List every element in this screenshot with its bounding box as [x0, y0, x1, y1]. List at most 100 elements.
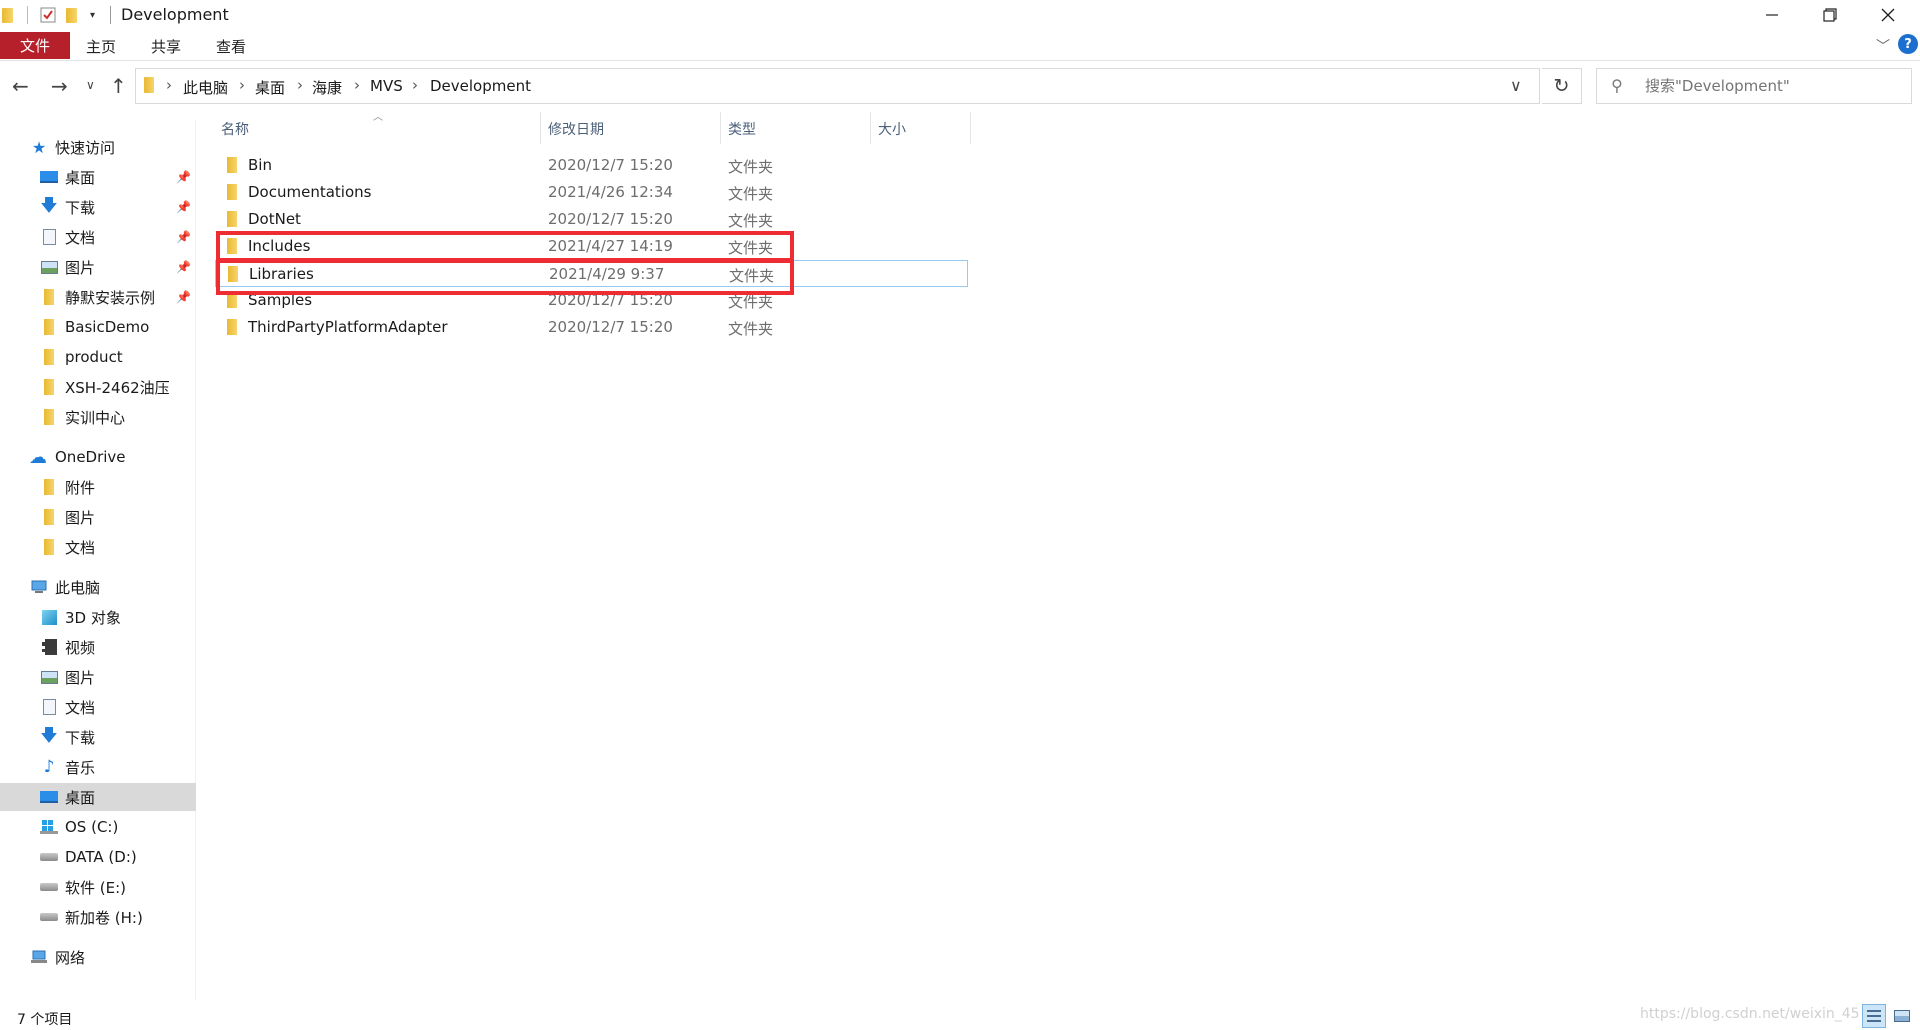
address-bar[interactable]: › 此电脑 › 桌面 › 海康 › MVS › Development ∨	[135, 68, 1540, 104]
title-bar: ▾ Development	[0, 0, 1920, 30]
search-box[interactable]: ⚲	[1596, 68, 1912, 104]
sidebar-item-pc-downloads[interactable]: 🡇 下载	[0, 723, 196, 751]
breadcrumb-chevron-icon[interactable]: ›	[412, 76, 418, 94]
sidebar-item-videos[interactable]: 视频	[0, 633, 196, 661]
music-icon: ♪	[43, 757, 55, 777]
sidebar-item-documents[interactable]: 文档 📌	[0, 223, 196, 251]
column-header-modified[interactable]: 修改日期	[548, 119, 604, 139]
column-header-type[interactable]: 类型	[728, 119, 756, 139]
tab-file[interactable]: 文件	[0, 32, 70, 59]
sidebar-item-music[interactable]: ♪ 音乐	[0, 753, 196, 781]
column-divider[interactable]	[970, 112, 971, 144]
sidebar-quick-access[interactable]: ★ 快速访问	[0, 133, 196, 161]
sidebar-item-onedrive-documents[interactable]: 文档	[0, 533, 196, 561]
column-header-name[interactable]: 名称	[221, 119, 249, 139]
sidebar-item-training-center[interactable]: 实训中心	[0, 403, 196, 431]
folder-icon	[40, 288, 58, 306]
tab-view[interactable]: 查看	[216, 36, 246, 57]
properties-check-icon[interactable]	[40, 5, 56, 25]
sidebar-item-pc-documents[interactable]: 文档	[0, 693, 196, 721]
sidebar-item-label: 文档	[65, 538, 96, 557]
file-row[interactable]: ThirdPartyPlatformAdapter 2020/12/7 15:2…	[215, 314, 975, 341]
drive-icon	[40, 878, 58, 896]
breadcrumb-chevron-icon[interactable]: ›	[239, 76, 245, 94]
large-icons-view-button[interactable]	[1890, 1004, 1914, 1028]
sidebar-section-label: OneDrive	[55, 448, 126, 466]
sidebar-onedrive[interactable]: ☁ OneDrive	[0, 443, 196, 471]
breadcrumb-this-pc[interactable]: 此电脑	[183, 77, 228, 98]
sidebar-item-label: 实训中心	[65, 408, 126, 427]
sidebar-item-drive-e[interactable]: 软件 (E:)	[0, 873, 196, 901]
help-button[interactable]: ?	[1898, 34, 1918, 54]
customize-dropdown-icon[interactable]: ▾	[90, 5, 95, 25]
sidebar-item-label: 视频	[65, 638, 96, 657]
details-view-button[interactable]	[1862, 1004, 1886, 1028]
pin-icon: 📌	[176, 230, 191, 244]
breadcrumb-chevron-icon[interactable]: ›	[354, 76, 360, 94]
column-divider[interactable]	[540, 112, 541, 144]
address-dropdown-chevron-icon[interactable]: ∨	[1510, 76, 1522, 95]
tab-home[interactable]: 主页	[86, 36, 116, 57]
sidebar-item-drive-c[interactable]: OS (C:)	[0, 813, 196, 841]
recent-locations-chevron-icon[interactable]: ∨	[86, 78, 95, 92]
sidebar-item-onedrive-pictures[interactable]: 图片	[0, 503, 196, 531]
column-divider[interactable]	[720, 112, 721, 144]
column-header-size[interactable]: 大小	[878, 119, 906, 139]
breadcrumb-chevron-icon[interactable]: ›	[166, 76, 172, 94]
cloud-icon: ☁	[29, 446, 47, 468]
cube-icon	[40, 608, 58, 626]
search-input[interactable]	[1645, 75, 1905, 97]
tab-share[interactable]: 共享	[151, 36, 181, 57]
sidebar-item-drive-d[interactable]: DATA (D:)	[0, 843, 196, 871]
column-headers: ︿ 名称 修改日期 类型 大小	[215, 112, 975, 144]
sidebar-item-label: 下载	[65, 198, 96, 217]
sidebar-item-label: 图片	[65, 258, 96, 277]
sidebar-item-product[interactable]: product	[0, 343, 196, 371]
refresh-button[interactable]: ↻	[1542, 68, 1582, 104]
divider	[27, 6, 28, 24]
drive-icon	[40, 848, 58, 866]
sidebar-item-pictures[interactable]: 图片 📌	[0, 253, 196, 281]
sidebar-item-silent-install[interactable]: 静默安装示例 📌	[0, 283, 196, 311]
breadcrumb-hikvision[interactable]: 海康	[312, 77, 342, 98]
sidebar-network[interactable]: 网络	[0, 943, 196, 971]
folder-icon	[40, 478, 58, 496]
sidebar-item-downloads[interactable]: 🡇 下载 📌	[0, 193, 196, 221]
restore-button[interactable]	[1802, 0, 1858, 30]
breadcrumb-development[interactable]: Development	[430, 77, 531, 95]
breadcrumb-mvs[interactable]: MVS	[370, 77, 403, 95]
sidebar-item-drive-h[interactable]: 新加卷 (H:)	[0, 903, 196, 931]
sidebar-item-pc-desktop[interactable]: 桌面	[0, 783, 196, 811]
column-divider[interactable]	[870, 112, 871, 144]
file-row[interactable]: DotNet 2020/12/7 15:20 文件夹	[215, 206, 975, 233]
forward-arrow-icon[interactable]: →	[51, 74, 68, 98]
up-arrow-icon[interactable]: ↑	[110, 74, 127, 98]
file-type: 文件夹	[728, 185, 774, 203]
file-row[interactable]: Documentations 2021/4/26 12:34 文件夹	[215, 179, 975, 206]
close-button[interactable]	[1860, 0, 1916, 30]
new-folder-icon[interactable]	[66, 5, 77, 25]
sidebar-item-attachments[interactable]: 附件	[0, 473, 196, 501]
sidebar-item-label: 图片	[65, 668, 96, 687]
sidebar-item-basicdemo[interactable]: BasicDemo	[0, 313, 196, 341]
minimize-button[interactable]	[1744, 0, 1800, 30]
breadcrumb-desktop[interactable]: 桌面	[255, 77, 285, 98]
sidebar-item-pc-pictures[interactable]: 图片	[0, 663, 196, 691]
file-name: DotNet	[248, 210, 301, 228]
sidebar-this-pc[interactable]: 此电脑	[0, 573, 196, 601]
sidebar-item-xsh-2462[interactable]: XSH-2462油压	[0, 373, 196, 401]
windows-drive-icon	[40, 818, 58, 836]
network-icon	[30, 948, 48, 966]
file-modified: 2020/12/7 15:20	[548, 210, 673, 228]
back-arrow-icon[interactable]: ←	[12, 74, 29, 98]
folder-icon[interactable]	[2, 5, 13, 25]
pictures-icon	[40, 668, 58, 686]
breadcrumb-chevron-icon[interactable]: ›	[297, 76, 303, 94]
file-row[interactable]: Bin 2020/12/7 15:20 文件夹	[215, 152, 975, 179]
file-name: Documentations	[248, 183, 372, 201]
sidebar-item-desktop[interactable]: 桌面 📌	[0, 163, 196, 191]
sidebar-item-3d-objects[interactable]: 3D 对象	[0, 603, 196, 631]
file-modified: 2021/4/26 12:34	[548, 183, 673, 201]
folder-icon	[40, 378, 58, 396]
expand-ribbon-chevron-icon[interactable]: ﹀	[1876, 36, 1890, 56]
